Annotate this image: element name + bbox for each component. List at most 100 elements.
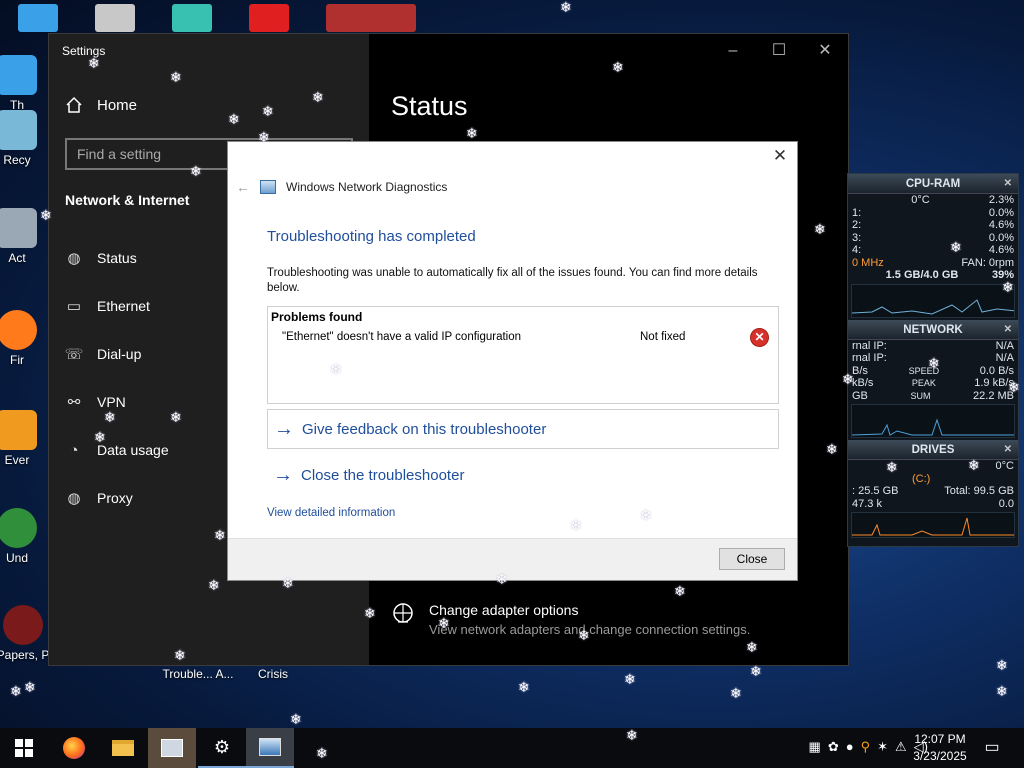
nav-item-vpn[interactable]: ⚯ VPN [65, 393, 126, 411]
network-warning-icon[interactable]: ⚠ [895, 739, 907, 755]
close-troubleshooter-link[interactable]: → Close the troubleshooter [267, 455, 779, 495]
snowflake-icon: ❄ [560, 0, 572, 15]
snowflake-icon: ❄ [746, 639, 758, 655]
desktop-icon-label: Ever [4, 453, 30, 467]
snowflake-icon: ❄ [228, 111, 240, 127]
drives-title: DRIVES [911, 444, 955, 456]
desktop-icon-top-1[interactable] [18, 4, 58, 32]
settings-icon[interactable]: ✕ [1004, 174, 1012, 194]
taskbar-file-explorer[interactable] [99, 728, 147, 768]
snowflake-icon: ❄ [190, 163, 202, 179]
snowflake-icon: ❄ [496, 571, 508, 587]
drive-write: 0.0 [998, 497, 1014, 510]
desktop-icon-top-5[interactable] [326, 4, 416, 32]
taskbar-troubleshooter[interactable] [148, 728, 196, 768]
nav-item-dialup[interactable]: ☏ Dial-up [65, 345, 142, 363]
peak-row: kB/s PEAK 1.9 kB/s [848, 377, 1018, 390]
desktop-icon-label: Papers, P [0, 648, 50, 662]
tray-icon[interactable]: ✶ [877, 739, 888, 755]
minimize-button[interactable]: – [710, 38, 756, 64]
cpu-core-row: 1: 0.0% [848, 207, 1018, 220]
ip-value: N/A [995, 352, 1014, 364]
cpu-freq-row: 0 MHz FAN: 0rpm [848, 257, 1018, 270]
maximize-button[interactable]: ☐ [756, 38, 802, 64]
taskbar-network-diagnostics[interactable] [246, 728, 294, 768]
nav-item-label: VPN [97, 394, 126, 410]
snowflake-icon: ❄ [674, 583, 686, 599]
desktop-icon-top-3[interactable] [172, 4, 212, 32]
desktop-icon-label[interactable]: Crisis [238, 667, 308, 681]
close-troubleshooter-label: Close the troubleshooter [301, 466, 465, 484]
desktop-icon-label[interactable]: Trouble... A... [158, 667, 238, 681]
adapter-title: Change adapter options [429, 602, 579, 618]
snowflake-icon: ❄ [814, 221, 826, 237]
problem-description[interactable]: "Ethernet" doesn't have a valid IP confi… [282, 331, 521, 343]
home-nav-item[interactable]: Home [65, 96, 137, 114]
drives-header: DRIVES ✕ [848, 440, 1018, 460]
notification-center-icon[interactable]: ▭ [980, 737, 1004, 759]
settings-icon[interactable]: ✕ [1004, 440, 1012, 460]
nav-item-status[interactable]: ◍ Status [65, 249, 136, 267]
desktop-icon-label: Act [8, 251, 26, 265]
snowflake-icon: ❄ [626, 727, 638, 743]
app-icon [3, 605, 43, 645]
diagnostics-app-icon [259, 738, 281, 756]
desktop-icon-top-2[interactable] [95, 4, 135, 32]
view-detailed-information-link[interactable]: View detailed information [267, 507, 395, 519]
droplet-icon[interactable]: ● [846, 739, 854, 755]
tray-icon[interactable]: ✿ [828, 739, 839, 755]
desktop-icon[interactable]: Recy [0, 110, 52, 167]
close-window-button[interactable]: ✕ [802, 38, 848, 64]
settings-icon[interactable]: ✕ [1004, 320, 1012, 340]
desktop-icon-top-4[interactable] [249, 4, 289, 32]
drive-temp-row: 0°C [848, 460, 1018, 473]
snowflake-icon: ❄ [316, 745, 328, 761]
nav-item-proxy[interactable]: ◍ Proxy [65, 489, 132, 507]
close-button[interactable]: Close [719, 548, 785, 570]
snowflake-icon: ❄ [730, 685, 742, 701]
snowflake-icon: ❄ [170, 69, 182, 85]
ip-value: N/A [995, 339, 1014, 352]
taskbar-firefox[interactable] [50, 728, 98, 768]
problems-header: Problems found [271, 310, 363, 324]
speed-left: B/s [852, 364, 868, 377]
give-feedback-link[interactable]: → Give feedback on this troubleshooter [267, 409, 779, 449]
globe-icon: ◍ [67, 250, 81, 267]
nav-item-data-usage[interactable]: ◔ Data usage [65, 441, 169, 459]
cpu-total: 2.3% [988, 194, 1014, 206]
network-graph [851, 404, 1015, 438]
dialog-header: ← Windows Network Diagnostics [236, 179, 447, 195]
nav-item-ethernet[interactable]: ▭ Ethernet [65, 297, 150, 315]
problem-status: Not fixed [640, 331, 686, 343]
snowflake-icon: ❄ [996, 683, 1008, 699]
ip-label: rnal IP: [852, 352, 887, 364]
desktop-icon[interactable]: Und [0, 508, 52, 565]
taskbar: ⚙ ▦ ✿ ● ⚲ ✶ ⚠ ◁) 12:07 PM 3/23/2025 ▭ [0, 728, 1024, 768]
snowflake-icon: ❄ [88, 55, 100, 71]
sum-label: SUM [910, 390, 931, 401]
back-arrow-icon[interactable]: ← [236, 179, 250, 195]
snowflake-icon: ❄ [104, 409, 116, 425]
nav-item-label: Ethernet [97, 298, 150, 314]
drive-letter: (C:) [912, 472, 931, 485]
sum-row: GB SUM 22.2 MB [848, 390, 1018, 403]
taskbar-clock[interactable]: 12:07 PM 3/23/2025 [909, 731, 971, 765]
snowflake-icon: ❄ [570, 517, 582, 533]
start-button[interactable] [0, 728, 48, 768]
taskbar-settings[interactable]: ⚙ [198, 728, 246, 768]
desktop-icon[interactable]: Fir [0, 310, 52, 367]
network-title: NETWORK [903, 323, 963, 336]
home-label: Home [97, 96, 138, 114]
close-dialog-button[interactable]: ✕ [771, 146, 789, 165]
nav-item-label: Data usage [97, 442, 169, 458]
desktop-icon[interactable]: Th [0, 55, 52, 112]
page-title: Status [391, 91, 468, 121]
firefox-icon [0, 310, 37, 350]
tray-icon[interactable]: ▦ [809, 739, 821, 755]
arrow-right-icon: → [273, 463, 293, 486]
search-icon[interactable]: ⚲ [861, 739, 871, 755]
snowflake-icon: ❄ [170, 409, 182, 425]
desktop-icon[interactable]: Ever [0, 410, 52, 467]
fan-speed: FAN: 0rpm [961, 256, 1014, 269]
drive-name-row: (C:) [848, 473, 1018, 486]
